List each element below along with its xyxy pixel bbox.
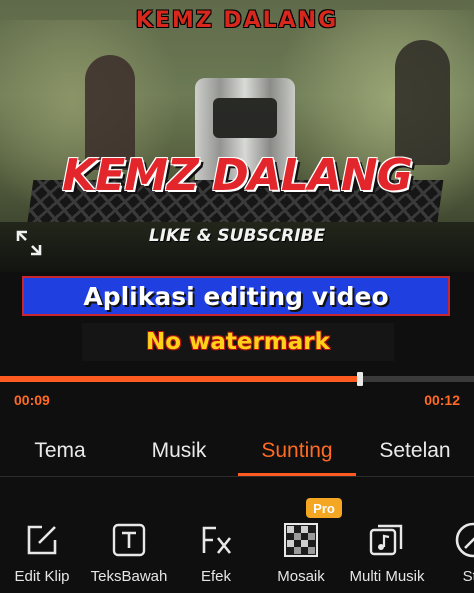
- text-icon: [109, 520, 149, 560]
- video-logo-title: KEMZ DALANG: [62, 150, 413, 201]
- promo-banner-watermark: No watermark: [82, 323, 394, 361]
- tab-sunting[interactable]: Sunting: [238, 426, 356, 476]
- tool-multi-musik[interactable]: Multi Musik: [342, 520, 432, 585]
- music-icon: [367, 520, 407, 560]
- video-preview[interactable]: KEMZ DALANG KEMZ DALANG LIKE & SUBSCRIBE: [0, 0, 474, 272]
- promo-banner-title: Aplikasi editing video: [22, 276, 450, 316]
- tool-label: Stil: [462, 568, 474, 585]
- performer-figure: [395, 40, 450, 165]
- tool-edit-klip[interactable]: Edit Klip: [0, 520, 87, 585]
- tab-setelan[interactable]: Setelan: [356, 426, 474, 476]
- progress-fill: [0, 376, 361, 382]
- tool-teksbawah[interactable]: TeksBawah: [84, 520, 174, 585]
- pro-badge: Pro: [306, 498, 342, 518]
- current-time: 00:09: [14, 392, 50, 408]
- edit-icon: [22, 520, 62, 560]
- tool-label: Efek: [200, 568, 231, 585]
- total-time: 00:12: [424, 392, 460, 408]
- sticker-icon: [453, 520, 474, 560]
- tool-efek[interactable]: Efek: [171, 520, 261, 585]
- progress-handle[interactable]: [357, 372, 364, 386]
- tool-label: Multi Musik: [349, 568, 425, 585]
- tool-label: Mosaik: [277, 568, 325, 585]
- expand-icon[interactable]: [14, 228, 44, 258]
- mosaic-icon: [281, 520, 321, 560]
- tool-stil[interactable]: Stil: [428, 520, 474, 585]
- fx-icon: [196, 520, 236, 560]
- playback-progress-bar[interactable]: [0, 372, 474, 386]
- tool-label: TeksBawah: [90, 568, 168, 585]
- video-subscribe-text: LIKE & SUBSCRIBE: [148, 226, 326, 246]
- tab-tema[interactable]: Tema: [0, 426, 120, 476]
- editor-tab-bar: Tema Musik Sunting Setelan: [0, 426, 474, 476]
- video-top-title: KEMZ DALANG: [135, 8, 339, 33]
- tab-musik[interactable]: Musik: [120, 426, 238, 476]
- tool-mosaik[interactable]: Mosaik: [256, 520, 346, 585]
- divider: [0, 476, 474, 477]
- tool-label: Edit Klip: [14, 568, 70, 585]
